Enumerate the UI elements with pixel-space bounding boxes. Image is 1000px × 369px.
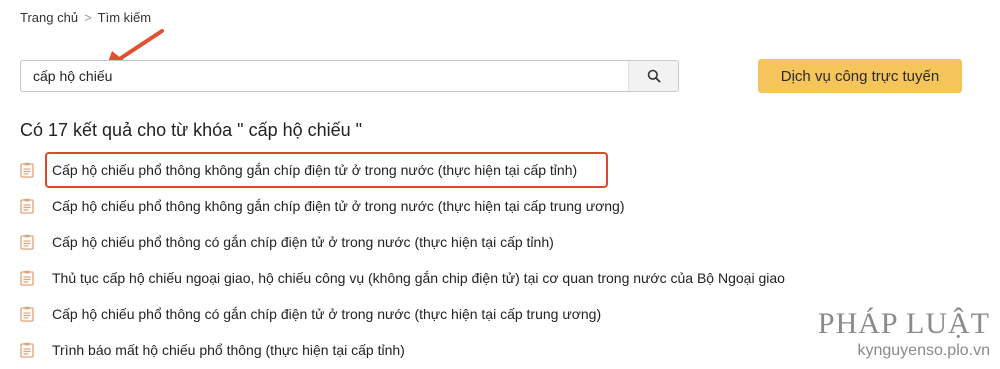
- result-title-link[interactable]: Cấp hộ chiếu phổ thông không gắn chíp đi…: [52, 198, 625, 214]
- clipboard-icon: [20, 270, 34, 286]
- watermark: PHÁP LUẬT kynguyenso.plo.vn: [818, 308, 990, 360]
- search-icon: [647, 69, 661, 83]
- list-item: Cấp hộ chiếu phổ thông có gắn chíp điện …: [20, 296, 785, 332]
- breadcrumb-current: Tìm kiếm: [97, 10, 152, 25]
- breadcrumb-separator: >: [84, 10, 92, 25]
- watermark-site: kynguyenso.plo.vn: [857, 342, 990, 359]
- list-item: Cấp hộ chiếu phổ thông không gắn chíp đi…: [20, 152, 785, 188]
- list-item: Thủ tục cấp hộ chiếu ngoại giao, hộ chiế…: [20, 260, 785, 296]
- search-button[interactable]: [628, 61, 678, 91]
- list-item: Cấp hộ chiếu phổ thông không gắn chíp đi…: [20, 188, 785, 224]
- watermark-brand: PHÁP LUẬT: [817, 307, 990, 340]
- search-box: [20, 60, 679, 92]
- list-item: Cấp hộ chiếu phổ thông có gắn chíp điện …: [20, 224, 785, 260]
- results-heading: Có 17 kết quả cho từ khóa " cấp hộ chiếu…: [20, 120, 363, 140]
- clipboard-icon: [20, 306, 34, 322]
- list-item: Trình báo mất hộ chiếu phổ thông (thực h…: [20, 332, 785, 368]
- result-title-link[interactable]: Cấp hộ chiếu phổ thông có gắn chíp điện …: [52, 306, 601, 322]
- results-list: Cấp hộ chiếu phổ thông không gắn chíp đi…: [20, 152, 785, 368]
- breadcrumb-home-link[interactable]: Trang chủ: [20, 10, 78, 25]
- breadcrumb: Trang chủ > Tìm kiếm: [20, 10, 151, 25]
- clipboard-icon: [20, 198, 34, 214]
- clipboard-icon: [20, 162, 34, 178]
- clipboard-icon: [20, 342, 34, 358]
- clipboard-icon: [20, 234, 34, 250]
- search-input[interactable]: [21, 61, 628, 91]
- result-title-link[interactable]: Thủ tục cấp hộ chiếu ngoại giao, hộ chiế…: [52, 270, 785, 286]
- result-title-link[interactable]: Trình báo mất hộ chiếu phổ thông (thực h…: [52, 342, 405, 358]
- online-service-button[interactable]: Dịch vụ công trực tuyến: [758, 59, 962, 93]
- result-title-link[interactable]: Cấp hộ chiếu phổ thông có gắn chíp điện …: [52, 234, 554, 250]
- result-title-link[interactable]: Cấp hộ chiếu phổ thông không gắn chíp đi…: [52, 162, 577, 178]
